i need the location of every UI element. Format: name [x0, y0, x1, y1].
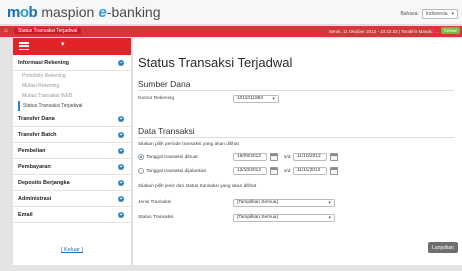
lanjutkan-button[interactable]: Lanjutkan — [428, 242, 458, 253]
logo-letter-o: o — [19, 4, 29, 21]
expand-icon[interactable]: + — [118, 196, 124, 202]
session-datetime: Senin, 11 Oktober 2012 - 10:22:33 | Tera… — [328, 29, 438, 34]
nomor-rekening-select[interactable]: 1011011884 ▾ — [233, 95, 279, 103]
sidebar-subitem-status-transaksi-terjadwal[interactable]: Status Transaksi Terjadwal — [18, 101, 131, 111]
logo-letter-m: m — [7, 4, 20, 21]
sidebar-item-label: Administrasi — [18, 195, 52, 202]
sidebar: ▾ Informasi Rekening – Portofolio Rekeni… — [13, 38, 132, 265]
chevron-down-icon: ▾ — [272, 96, 275, 102]
sidebar-item-label: Transfer Batch — [18, 131, 57, 138]
sidebar-item-label: Informasi Rekening — [18, 59, 70, 66]
radio-tanggal-dijalankan[interactable] — [138, 168, 144, 174]
tanggal-dijalankan-from-input[interactable]: 12/10/2012 — [233, 167, 267, 175]
sidebar-item-informasi-rekening[interactable]: Informasi Rekening – — [13, 55, 131, 71]
logo-suffix: -banking — [106, 4, 161, 20]
jenis-transaksi-label: Jenis Transaksi — [138, 200, 172, 205]
sidebar-item-deposito-berjangka[interactable]: Deposito Berjangka + — [13, 175, 131, 191]
tanggal-dibuat-to-input[interactable]: 11/10/2012 — [293, 153, 327, 161]
top-header: mob maspion e-banking Bahasa: Indonesia … — [0, 0, 462, 25]
tanggal-dijalankan-to-input[interactable]: 11/11/2012 — [293, 167, 327, 175]
tanggal-dibuat-from-input[interactable]: 19/09/2012 — [233, 153, 267, 161]
menu-icon[interactable] — [19, 42, 29, 50]
chevron-down-icon: ▾ — [328, 200, 331, 206]
divider — [138, 137, 454, 138]
expand-icon[interactable]: + — [118, 180, 124, 186]
expand-icon[interactable]: + — [118, 132, 124, 138]
sidebar-item-label: Pembelian — [18, 147, 46, 154]
divider — [138, 90, 454, 91]
tanggal-dibuat-to-value: 11/10/2012 — [297, 154, 321, 159]
sidebar-item-transfer-batch[interactable]: Transfer Batch + — [13, 127, 131, 143]
tanggal-dijalankan-to-value: 11/11/2012 — [297, 168, 321, 173]
sidebar-item-transfer-dana[interactable]: Transfer Dana + — [13, 111, 131, 127]
logo-brand-text: maspion — [41, 4, 95, 20]
sidebar-subitem-mutasi-rekening[interactable]: Mutasi Rekening — [13, 81, 131, 91]
sidebar-item-email[interactable]: Email + — [13, 207, 131, 223]
page-title: Status Transaksi Terjadwal — [138, 55, 293, 70]
sd-label: s/d — [284, 169, 291, 174]
sidebar-item-label: Email — [18, 211, 33, 218]
language-label: Bahasa: — [400, 11, 419, 17]
sidebar-item-label: Deposito Berjangka — [18, 179, 70, 186]
sidebar-item-pembayaran[interactable]: Pembayaran + — [13, 159, 131, 175]
sidebar-subitem-mutasi-transaksi-web[interactable]: Mutasi Transaksi WEB — [13, 91, 131, 101]
expand-icon[interactable]: + — [118, 148, 124, 154]
sidebar-item-administrasi[interactable]: Administrasi + — [13, 191, 131, 207]
sumber-dana-heading: Sumber Dana — [138, 79, 191, 89]
radio-tanggal-dibuat[interactable] — [138, 154, 144, 160]
sidebar-subitem-portofolio[interactable]: Portofolio Rekening — [13, 71, 131, 81]
tanggal-dibuat-from-value: 19/09/2012 — [237, 154, 262, 159]
calendar-icon[interactable] — [270, 167, 278, 175]
status-transaksi-value: [Tampilkan Semua] — [237, 215, 278, 220]
language-switcher: Bahasa: Indonesia ▾ — [400, 9, 458, 19]
language-select[interactable]: Indonesia ▾ — [421, 9, 458, 19]
calendar-icon[interactable] — [330, 167, 338, 175]
home-icon[interactable]: ⌂ — [4, 28, 8, 34]
periode-prompt: Silakan pilih periode transaksi yang aka… — [138, 142, 239, 147]
expand-icon[interactable]: + — [118, 212, 124, 218]
tanggal-dijalankan-from-value: 12/10/2012 — [237, 168, 262, 173]
logo-e: e — [98, 4, 107, 21]
sidebar-item-label: Pembayaran — [18, 163, 51, 170]
radio-tanggal-dibuat-label: Tanggal transaksi dibuat — [146, 155, 198, 160]
collapse-icon[interactable]: – — [118, 60, 124, 66]
logo-letter-b: b — [28, 4, 38, 21]
sidebar-item-label: Transfer Dana — [18, 115, 55, 122]
data-transaksi-heading: Data Transaksi — [138, 126, 195, 136]
radio-tanggal-dijalankan-label: Tanggal transaksi dijalankan — [146, 169, 207, 174]
status-transaksi-select[interactable]: [Tampilkan Semua] ▾ — [233, 214, 335, 222]
language-value: Indonesia — [425, 11, 448, 17]
app-logo[interactable]: mob maspion e-banking — [7, 3, 161, 22]
main-panel: Status Transaksi Terjadwal Sumber Dana N… — [133, 38, 462, 265]
jenis-transaksi-select[interactable]: [Tampilkan Semua] ▾ — [233, 199, 335, 207]
nav-bar: ⌂ Status Transaksi Terjadwal Senin, 11 O… — [0, 26, 462, 37]
expand-icon[interactable]: + — [118, 164, 124, 170]
chevron-down-icon: ▾ — [328, 215, 331, 221]
calendar-icon[interactable] — [270, 153, 278, 161]
sidebar-header: ▾ — [13, 38, 131, 55]
jenis-transaksi-value: [Tampilkan Semua] — [237, 200, 278, 205]
chevron-down-icon: ▾ — [451, 11, 454, 17]
collapse-arrow-icon[interactable]: ▾ — [61, 40, 65, 48]
logout-button[interactable]: Keluar — [440, 27, 460, 34]
nomor-rekening-value: 1011011884 — [237, 96, 263, 101]
status-transaksi-label: Status Transaksi — [138, 215, 174, 220]
calendar-icon[interactable] — [330, 153, 338, 161]
breadcrumb[interactable]: Status Transaksi Terjadwal — [14, 28, 82, 34]
expand-icon[interactable]: + — [118, 116, 124, 122]
sidebar-logout-link[interactable]: [ Keluar ] — [13, 247, 131, 253]
sidebar-item-pembelian[interactable]: Pembelian + — [13, 143, 131, 159]
sd-label: s/d — [284, 155, 291, 160]
nomor-rekening-label: Nomor Rekening — [138, 96, 174, 101]
jenis-prompt: Silakan pilih jenis dan status transaksi… — [138, 184, 257, 189]
